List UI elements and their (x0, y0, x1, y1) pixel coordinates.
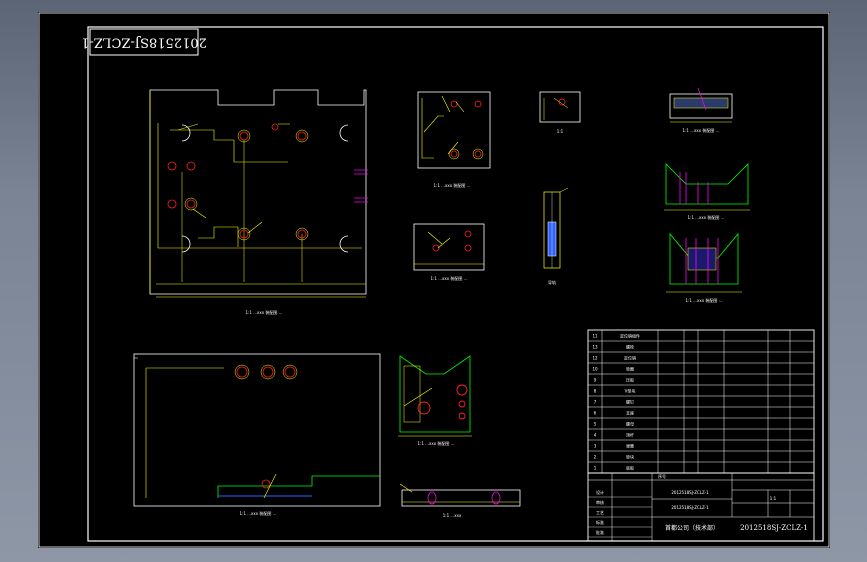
small-a-label: 1:1 ...xxx 装配图 ... (434, 182, 471, 188)
tb-header-seq: 序号 (658, 473, 666, 479)
plate-bottom-label: 1:1 ...xxx 装配图 ... (240, 510, 277, 516)
bom-row-name: 弹簧 (626, 443, 634, 449)
bom-table: 11 定位销组件13 螺栓12 定位销10 垫圈9 压板8 V型块7 螺钉6 支座5 螺母4 顶杆3… (587, 329, 815, 474)
plate-top-label: 1:1 ...xxx 装配图 ... (246, 309, 283, 315)
title-block-role: 审核 (596, 499, 604, 505)
bom-row-number: 8 (594, 389, 597, 394)
bom-row-number: 4 (594, 433, 597, 438)
bom-row-number: 7 (594, 400, 597, 405)
bom-row-name: 顶杆 (626, 432, 634, 438)
bom-row-name: 定位销 (624, 355, 636, 361)
right-c-label: 1:1 ...xxx 装配图 ... (686, 297, 723, 303)
bom-row-name: 螺钉 (626, 399, 634, 405)
small-b-label: 1:1 ...xxx 装配图 ... (431, 275, 468, 281)
bom-row-number: 11 (592, 334, 598, 339)
bom-row-name: 螺母 (626, 421, 634, 427)
bom-row-number: 3 (594, 444, 597, 449)
right-view-c: 1:1 ...xxx 装配图 ... (666, 232, 742, 303)
bom-row-number: 1 (594, 466, 597, 471)
vblock-view: 1:1 ...xxx 装配图 ... (398, 355, 472, 446)
cad-drawing: 2012518SJ-ZCLZ-1 1:1 ...xxx 装配图 ... 1:1 … (38, 12, 830, 548)
small-block-b: 1:1 ...xxx 装配图 ... (413, 223, 485, 281)
bom-row-number: 12 (592, 356, 598, 361)
bom-row-name: 垫块 (626, 454, 634, 460)
bom-row-number: 2 (594, 455, 597, 460)
bom-row-name: 底板 (626, 465, 634, 471)
tb-scale: 1:1 (770, 496, 777, 501)
title-block-role: 标准 (596, 519, 604, 525)
right-view-b: 1:1 ...xxx 装配图 ... (664, 163, 750, 220)
right-a-label: 1:1 ...xxx 装配图 ... (683, 127, 720, 133)
plate-bottom-view: 1:1 ...xxx 装配图 ... (133, 353, 381, 516)
small-c-label: 1:1 (557, 129, 564, 134)
bom-row-number: 10 (592, 367, 598, 372)
drawing-number-text: 2012518SJ-ZCLZ-1 (740, 524, 808, 532)
slot-bar-view: 1:1 ...xxx (399, 483, 521, 518)
drawing-canvas: 2012518SJ-ZCLZ-1 1:1 ...xxx 装配图 ... 1:1 … (38, 12, 830, 548)
stamp-number-text: 2012518SJ-ZCLZ-1 (81, 35, 207, 50)
right-view-a: 1:1 ...xxx 装配图 ... (669, 87, 733, 133)
bom-row-name: 压板 (626, 377, 634, 383)
tb-spec-text: 2012518SJ-ZCLZ-1 (671, 490, 709, 495)
small-block-c: 1:1 (539, 91, 581, 134)
bom-row-number: 9 (594, 378, 597, 383)
company-name: 首都公司（技术部） (665, 524, 719, 532)
slot-label: 1:1 ...xxx (443, 513, 462, 518)
right-b-label: 1:1 ...xxx 装配图 ... (688, 214, 725, 220)
drawing-number-stamp: 2012518SJ-ZCLZ-1 (81, 28, 207, 56)
small-block-a: 1:1 ...xxx 装配图 ... (417, 91, 491, 188)
bom-row-name: 螺栓 (626, 344, 634, 350)
vblock-label: 1:1 ...xxx 装配图 ... (418, 440, 455, 446)
bom-row-number: 5 (594, 422, 597, 427)
bom-row-number: 13 (592, 345, 598, 350)
rail-label: 导轨 (548, 279, 556, 285)
plate-top-view: 1:1 ...xxx 装配图 ... (149, 89, 368, 315)
rail-view: 导轨 (543, 187, 569, 285)
title-block-role: 设计 (596, 489, 604, 495)
bom-row-name: 支座 (626, 410, 634, 416)
title-block-role: 批准 (596, 529, 604, 535)
tb-drawing-text: 2012518SJ-ZCLZ-1 (671, 505, 709, 510)
title-block-role: 工艺 (596, 510, 604, 515)
bom-row-number: 6 (594, 411, 597, 416)
bom-row-name: V型块 (625, 388, 636, 394)
title-block: 设计审核工艺标准批准 序号 2012518SJ-ZCLZ-1 2012518SJ… (587, 472, 815, 542)
bom-row-name: 垫圈 (626, 366, 634, 372)
bom-row-name: 定位销组件 (620, 333, 640, 339)
